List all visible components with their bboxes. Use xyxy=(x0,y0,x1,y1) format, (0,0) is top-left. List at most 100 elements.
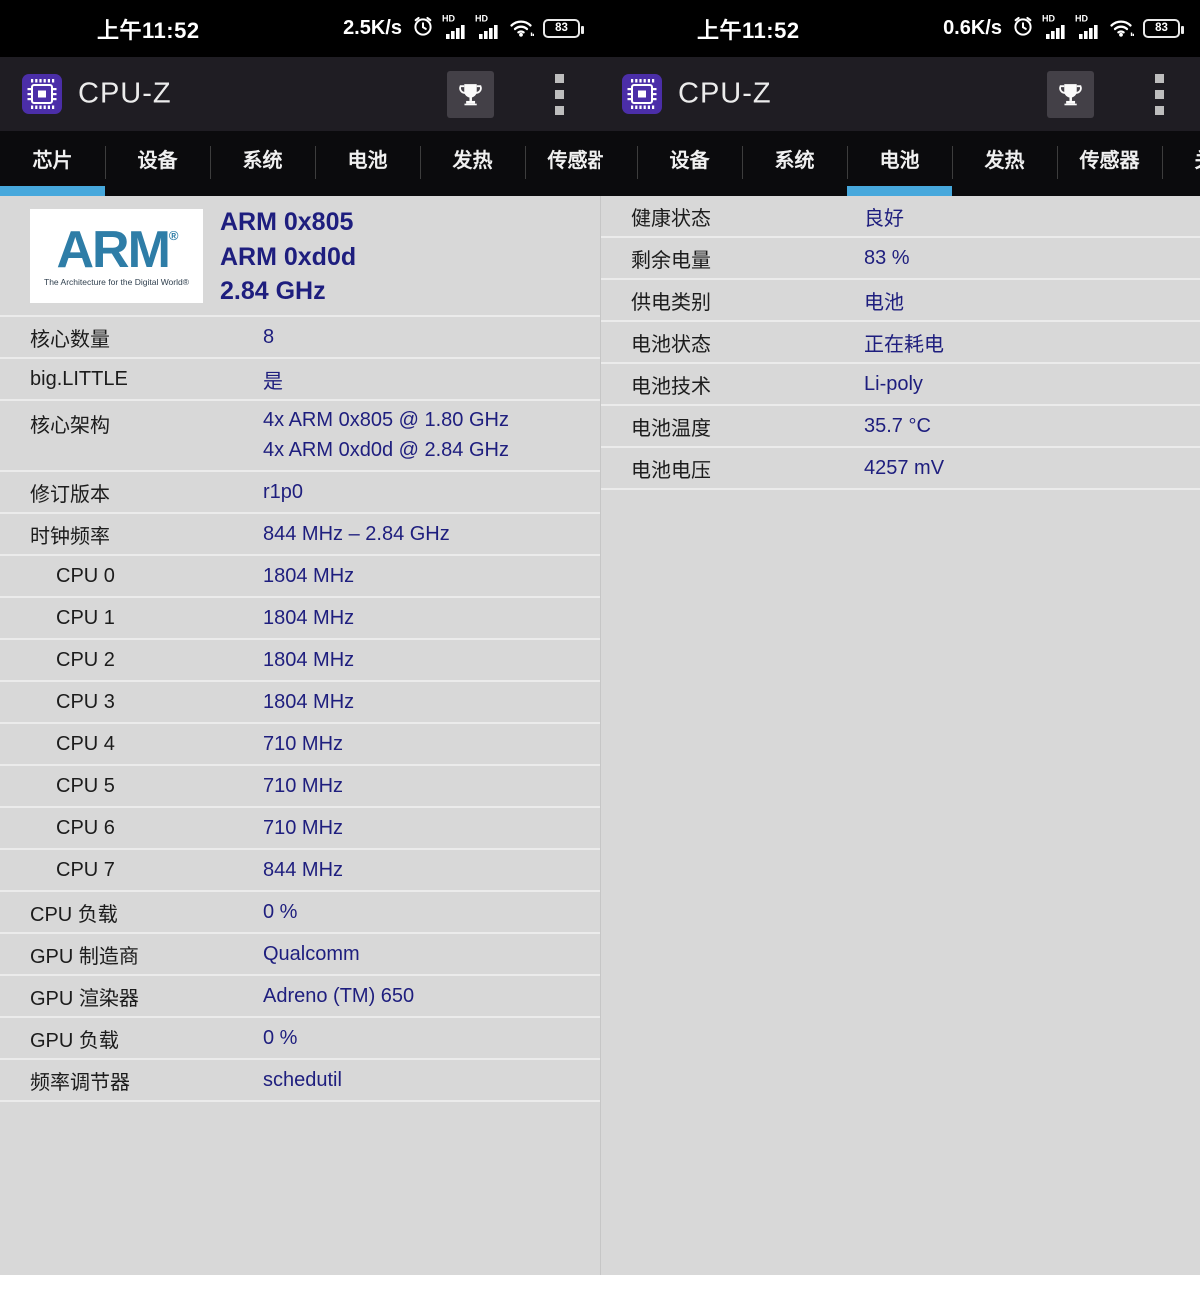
row-value: 35.7 °C xyxy=(864,415,1200,438)
tab-system[interactable]: 系统 xyxy=(210,131,315,196)
overflow-menu-button[interactable] xyxy=(548,71,570,118)
app-title: CPU-Z xyxy=(678,78,772,111)
row-label: 核心架构 xyxy=(0,406,263,438)
row-label: 供电类别 xyxy=(601,286,864,315)
app-title: CPU-Z xyxy=(78,78,172,111)
row-label: GPU 渲染器 xyxy=(0,982,263,1011)
left-screenshot-soc: 上午11:52 2.5K/s HD xyxy=(0,0,600,1275)
table-row: GPU 制造商Qualcomm xyxy=(0,934,600,976)
trophy-button[interactable] xyxy=(447,71,494,118)
table-row: CPU 负载0 % xyxy=(0,892,600,934)
soc-title-line3: 2.84 GHz xyxy=(220,274,356,309)
row-label: CPU 4 xyxy=(0,733,263,756)
tab-sensors[interactable]: 传感器 xyxy=(525,131,600,196)
network-speed: 0.6K/s xyxy=(943,17,1002,40)
alarm-icon xyxy=(412,15,434,42)
svg-text:HD: HD xyxy=(475,13,488,23)
tab-sensors[interactable]: 传感器 xyxy=(1057,131,1162,196)
sim2-signal-icon: HD xyxy=(475,13,500,45)
row-label: CPU 3 xyxy=(0,691,263,714)
tab-device[interactable]: 设备 xyxy=(105,131,210,196)
network-speed: 2.5K/s xyxy=(343,17,402,40)
row-label: 电池状态 xyxy=(601,328,864,357)
row-value: 正在耗电 xyxy=(864,328,1200,357)
table-row: CPU 5710 MHz xyxy=(0,766,600,808)
status-bar: 上午11:52 2.5K/s HD xyxy=(0,0,600,57)
row-label: CPU 5 xyxy=(0,775,263,798)
row-label: 修订版本 xyxy=(0,478,263,507)
clock-time: 上午11:52 xyxy=(697,13,800,45)
row-label: GPU 制造商 xyxy=(0,940,263,969)
table-row: 频率调节器schedutil xyxy=(0,1060,600,1102)
arm-logo: ARM® The Architecture for the Digital Wo… xyxy=(30,209,203,303)
overflow-menu-button[interactable] xyxy=(1148,71,1170,118)
tab-battery[interactable]: 电池 xyxy=(315,131,420,196)
svg-text:HD: HD xyxy=(442,13,455,23)
row-value: 844 MHz – 2.84 GHz xyxy=(263,523,600,546)
table-row: big.LITTLE是 xyxy=(0,359,600,401)
tab-strip: 芯片设备系统电池发热传感器关于 xyxy=(600,131,1200,196)
battery-percent: 83 xyxy=(555,23,568,35)
svg-text:HD: HD xyxy=(1042,13,1055,23)
table-row: 供电类别电池 xyxy=(601,280,1200,322)
row-label: CPU 负载 xyxy=(0,898,263,927)
soc-title-line1: ARM 0x805 xyxy=(220,205,356,240)
trophy-button[interactable] xyxy=(1047,71,1094,118)
soc-title-line2: ARM 0xd0d xyxy=(220,240,356,275)
tab-bar: 芯片设备系统电池发热传感器关于 xyxy=(0,131,600,196)
app-bar: CPU-Z xyxy=(0,57,600,131)
table-row: 健康状态良好 xyxy=(601,196,1200,238)
row-label: 电池电压 xyxy=(601,454,864,483)
tab-system[interactable]: 系统 xyxy=(742,131,847,196)
battery-percent: 83 xyxy=(1155,23,1168,35)
tab-battery[interactable]: 电池 xyxy=(847,131,952,196)
row-label: 时钟频率 xyxy=(0,520,263,549)
row-value: 710 MHz xyxy=(263,775,600,798)
row-label: 核心数量 xyxy=(0,323,263,352)
table-row: 修订版本r1p0 xyxy=(0,472,600,514)
table-row: 电池温度35.7 °C xyxy=(601,406,1200,448)
row-value: 4x ARM 0x805 @ 1.80 GHz4x ARM 0xd0d @ 2.… xyxy=(263,406,600,465)
row-value: Adreno (TM) 650 xyxy=(263,985,600,1008)
row-label: 频率调节器 xyxy=(0,1066,263,1095)
row-value: 1804 MHz xyxy=(263,649,600,672)
soc-title: ARM 0x805 ARM 0xd0d 2.84 GHz xyxy=(220,205,356,309)
svg-text:HD: HD xyxy=(1075,13,1088,23)
bottom-white-strip xyxy=(0,1275,1200,1300)
tab-thermal[interactable]: 发热 xyxy=(420,131,525,196)
tab-soc[interactable]: 芯片 xyxy=(0,131,105,196)
table-row: 电池状态正在耗电 xyxy=(601,322,1200,364)
tab-bar: 芯片设备系统电池发热传感器关于 xyxy=(600,131,1200,196)
table-row: 电池电压4257 mV xyxy=(601,448,1200,490)
arm-logo-brand: ARM® xyxy=(56,226,176,274)
table-row: CPU 4710 MHz xyxy=(0,724,600,766)
cpuz-app-icon xyxy=(22,74,62,114)
row-value: 8 xyxy=(263,326,600,349)
tab-device[interactable]: 设备 xyxy=(637,131,742,196)
row-label: CPU 6 xyxy=(0,817,263,840)
tab-thermal[interactable]: 发热 xyxy=(952,131,1057,196)
table-row: CPU 21804 MHz xyxy=(0,640,600,682)
row-value: 1804 MHz xyxy=(263,691,600,714)
wifi-icon xyxy=(1108,15,1135,43)
table-row: 电池技术Li-poly xyxy=(601,364,1200,406)
status-icons: 0.6K/s HD xyxy=(943,13,1180,45)
right-screenshot-battery: 上午11:52 0.6K/s HD xyxy=(600,0,1200,1275)
row-value: 1804 MHz xyxy=(263,607,600,630)
table-row: 剩余电量83 % xyxy=(601,238,1200,280)
row-label: 电池技术 xyxy=(601,370,864,399)
row-label: GPU 负载 xyxy=(0,1024,263,1053)
table-row: CPU 11804 MHz xyxy=(0,598,600,640)
row-value: 710 MHz xyxy=(263,817,600,840)
tab-soc[interactable]: 芯片 xyxy=(600,131,637,196)
row-value: Li-poly xyxy=(864,373,1200,396)
sim1-signal-icon: HD xyxy=(442,13,467,45)
row-label: big.LITTLE xyxy=(0,368,263,391)
tab-about[interactable]: 关于 xyxy=(1162,131,1200,196)
wifi-icon xyxy=(508,15,535,43)
row-label: 电池温度 xyxy=(601,412,864,441)
row-value: 844 MHz xyxy=(263,859,600,882)
row-label: CPU 1 xyxy=(0,607,263,630)
battery-icon: 83 xyxy=(1143,19,1180,38)
row-value: 1804 MHz xyxy=(263,565,600,588)
